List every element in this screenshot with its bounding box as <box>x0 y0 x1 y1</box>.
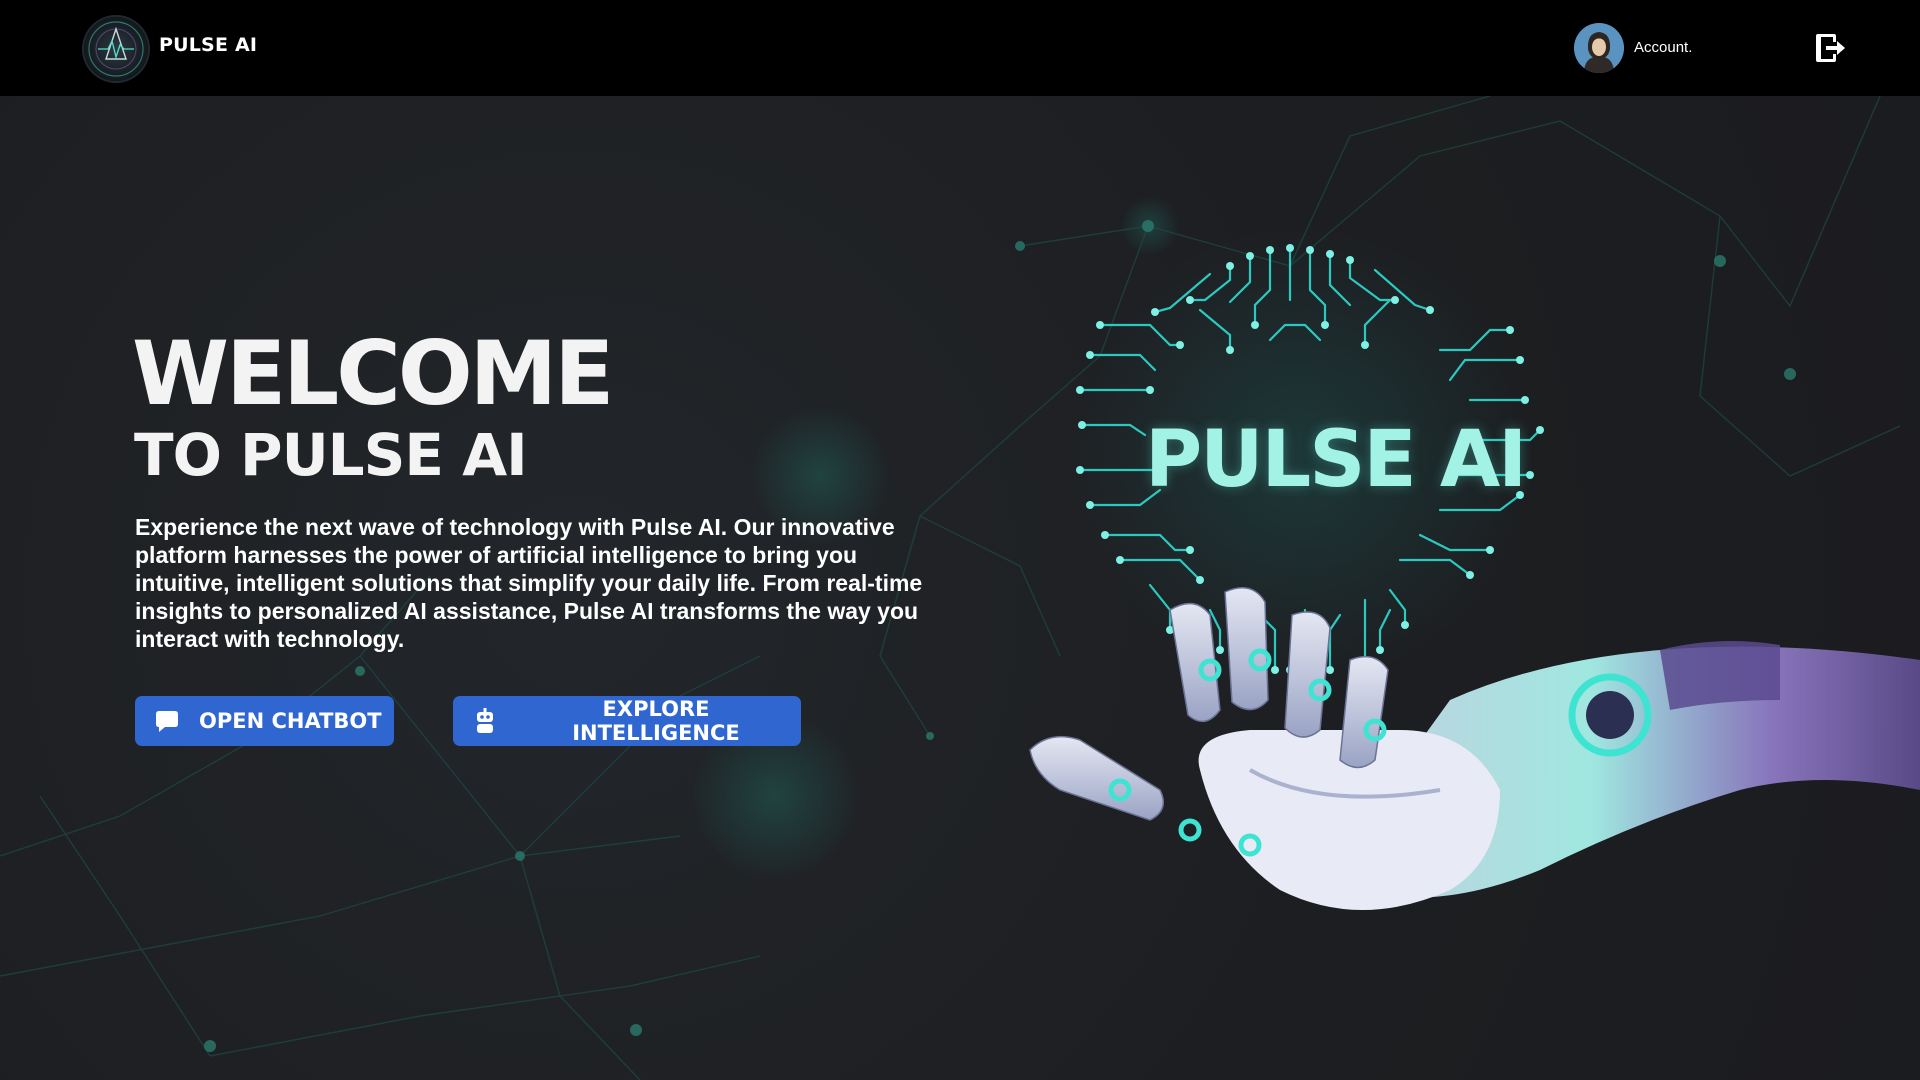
explore-intelligence-button[interactable]: EXPLORE INTELLIGENCE <box>453 696 801 746</box>
open-chatbot-button[interactable]: OPEN CHATBOT <box>135 696 394 746</box>
user-avatar-icon[interactable] <box>1574 23 1624 73</box>
hero-subtitle: TO PULSE AI <box>134 421 528 489</box>
chat-bubble-icon <box>156 711 178 732</box>
robot-hand-illustration <box>1020 230 1920 930</box>
open-chatbot-label: OPEN CHATBOT <box>199 709 382 733</box>
pulse-logo-icon[interactable] <box>84 17 148 81</box>
robot-icon <box>477 708 493 733</box>
top-navigation-bar: PULSE AI Account. <box>0 0 1920 96</box>
landing-page: PULSE AI Account. WELCOME TO PULSE AI Ex… <box>0 0 1920 1080</box>
explore-intelligence-label: EXPLORE INTELLIGENCE <box>572 697 740 745</box>
hero-title: WELCOME <box>132 322 614 425</box>
brand-name[interactable]: PULSE AI <box>159 34 257 56</box>
hero-description: Experience the next wave of technology w… <box>135 514 923 652</box>
logout-icon[interactable] <box>1812 30 1848 66</box>
account-link[interactable]: Account. <box>1634 39 1692 56</box>
illustration-title: PULSE AI <box>1145 415 1527 505</box>
